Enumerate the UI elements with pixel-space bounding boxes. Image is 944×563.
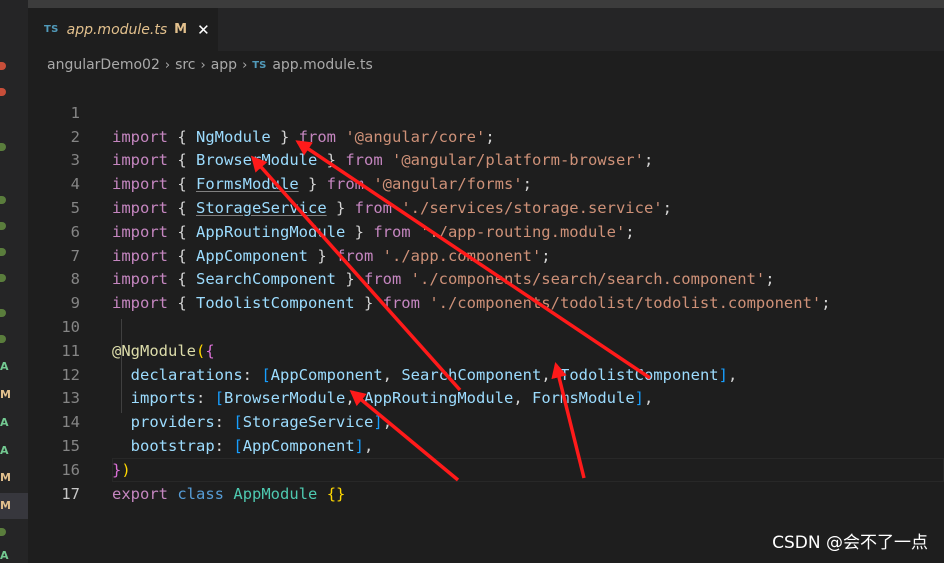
- git-added-badge: A: [0, 360, 9, 373]
- modified-dot: [0, 88, 6, 96]
- status-dot: [0, 143, 6, 151]
- tab-app-module[interactable]: TS app.module.ts M ✕: [28, 8, 218, 51]
- status-dot: [0, 248, 6, 256]
- git-added-badge: A: [0, 416, 9, 429]
- code-line[interactable]: 16 export class AppModule {}: [28, 435, 944, 503]
- git-modified-badge: M: [0, 471, 11, 484]
- status-dot: [0, 196, 6, 204]
- code-line[interactable]: 6 import { AppComponent } from './app.co…: [28, 197, 944, 265]
- chevron-right-icon: ›: [164, 57, 171, 73]
- tab-title: app.module.ts: [66, 21, 168, 38]
- code-line[interactable]: 13 providers: [StorageService],: [28, 364, 944, 431]
- code-line[interactable]: 4 import { StorageService } from './serv…: [28, 149, 944, 217]
- code-line[interactable]: 2 import { BrowserModule } from '@angula…: [28, 102, 944, 170]
- code-line[interactable]: 8 import { TodolistComponent } from './c…: [28, 245, 944, 312]
- breadcrumb-item[interactable]: src: [175, 57, 195, 73]
- breadcrumb-item[interactable]: angularDemo02: [47, 57, 160, 73]
- code-line[interactable]: 5 import { AppRoutingModule } from './ap…: [28, 173, 944, 241]
- code-line[interactable]: 14 bootstrap: [AppComponent],: [28, 387, 944, 455]
- modified-dot: [0, 62, 6, 70]
- close-icon[interactable]: ✕: [197, 21, 210, 39]
- status-dot: [0, 274, 6, 282]
- code-line[interactable]: 7 import { SearchComponent } from './com…: [28, 221, 944, 289]
- code-editor[interactable]: 1 import { NgModule } from '@angular/cor…: [28, 78, 944, 563]
- typescript-icon: TS: [44, 24, 59, 35]
- breadcrumb-item[interactable]: app: [211, 57, 237, 73]
- status-dot: [0, 222, 6, 230]
- git-added-badge: A: [0, 444, 9, 457]
- modified-status: M: [174, 22, 188, 37]
- code-line[interactable]: 15 }): [28, 411, 944, 479]
- code-line[interactable]: 11 declarations: [AppComponent, SearchCo…: [28, 316, 944, 384]
- status-dot: [0, 309, 6, 317]
- chevron-right-icon: ›: [200, 57, 206, 73]
- chevron-right-icon: ›: [242, 57, 248, 73]
- explorer-gutter: A M A A M M A: [0, 0, 28, 563]
- code-line[interactable]: 3 import { FormsModule } from '@angular/…: [28, 126, 944, 193]
- git-added-badge: A: [0, 549, 9, 562]
- status-dot: [0, 528, 6, 536]
- status-dot: [0, 335, 6, 343]
- code-line[interactable]: 9: [28, 268, 944, 312]
- typescript-icon: TS: [252, 59, 267, 71]
- git-modified-badge: M: [0, 499, 11, 512]
- code-line[interactable]: 12 imports: [BrowserModule, AppRoutingMo…: [28, 340, 944, 408]
- breadcrumb: angularDemo02 › src › app › TS app.modul…: [47, 54, 373, 76]
- code-line[interactable]: 1 import { NgModule } from '@angular/cor…: [28, 78, 944, 146]
- line-number: 17: [61, 484, 80, 503]
- code-line[interactable]: 10 @NgModule({: [28, 292, 944, 360]
- breadcrumb-file[interactable]: app.module.ts: [272, 57, 373, 73]
- tab-bar: TS app.module.ts M ✕: [28, 8, 944, 51]
- code-line[interactable]: 17: [28, 459, 944, 503]
- watermark: CSDN @会不了一点: [772, 533, 928, 553]
- git-modified-badge: M: [0, 388, 11, 401]
- code-text: export class AppModule {}: [112, 484, 346, 503]
- title-bar: [0, 0, 944, 8]
